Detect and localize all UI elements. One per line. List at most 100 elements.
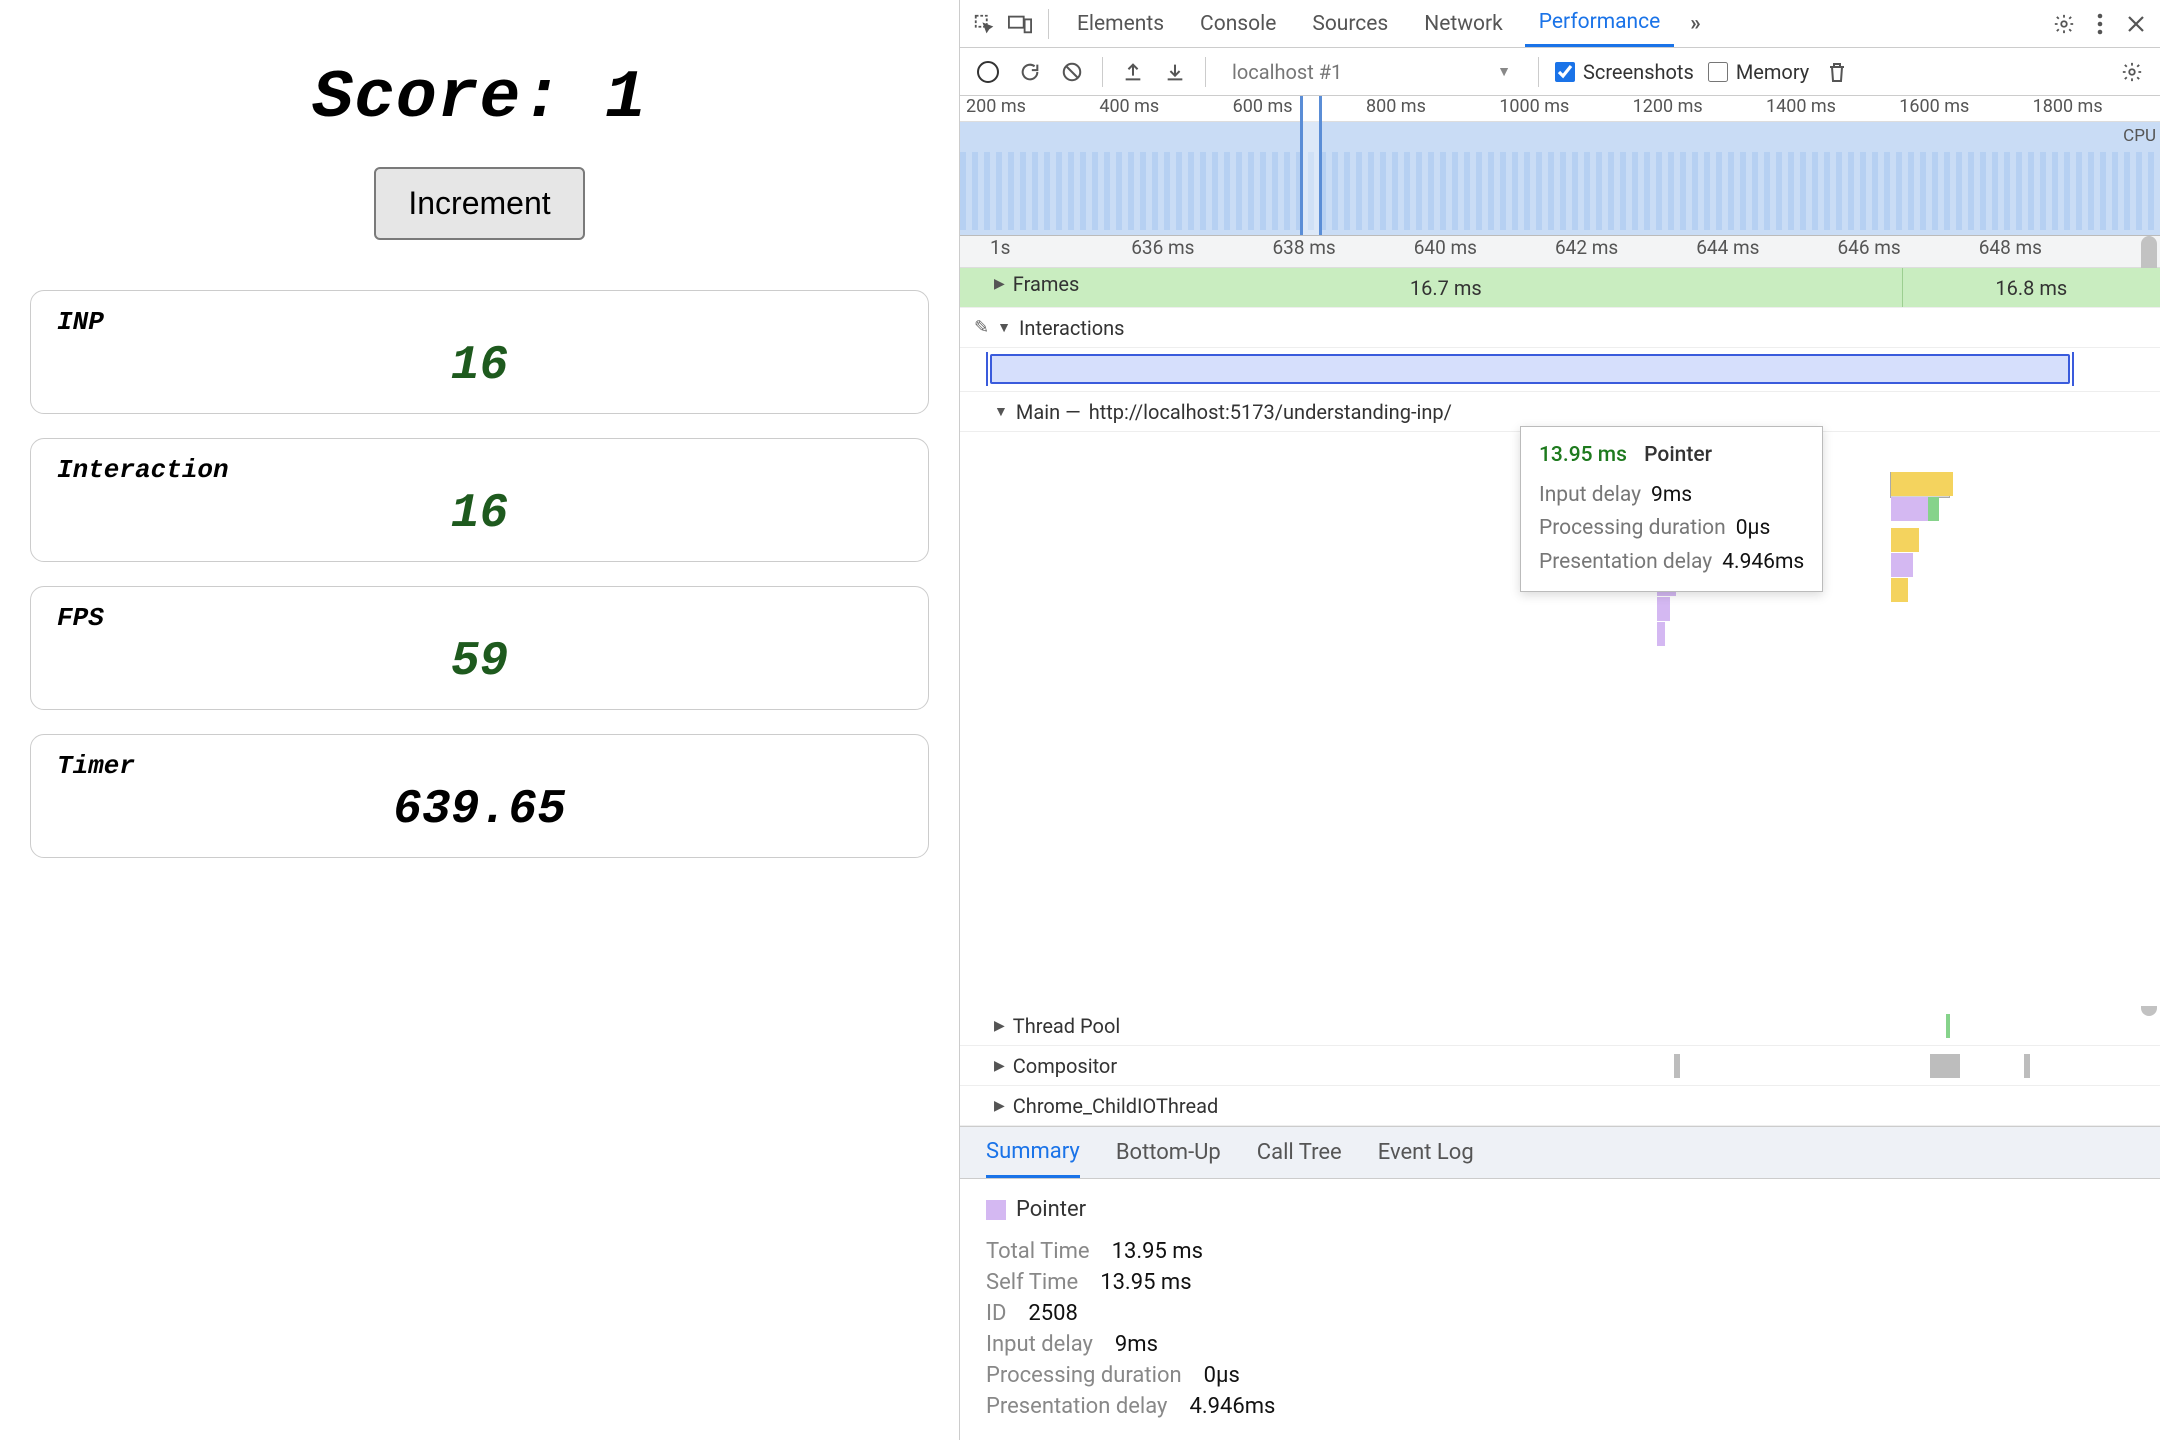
close-devtools-icon[interactable] (2122, 10, 2150, 38)
overview-tick: 800 ms (1360, 96, 1493, 121)
btab-event-log[interactable]: Event Log (1378, 1127, 1474, 1178)
devtools-panel: Elements Console Sources Network Perform… (959, 0, 2160, 1440)
detail-tick: 640 ms (1414, 236, 1555, 267)
btab-bottom-up[interactable]: Bottom-Up (1116, 1127, 1221, 1178)
more-tabs-button[interactable]: » (1682, 12, 1709, 36)
card-fps-value: 59 (57, 635, 902, 689)
overview-selection-handle[interactable] (1300, 96, 1322, 235)
overview-tick: 1600 ms (1893, 96, 2026, 121)
frames-track[interactable]: 16.7 ms 16.8 ms ▶ Frames (960, 268, 2160, 308)
tab-network[interactable]: Network (1410, 0, 1517, 47)
card-fps-label: FPS (57, 603, 902, 633)
summary-v: 2508 (1028, 1301, 1077, 1326)
screenshots-checkbox-input[interactable] (1555, 62, 1575, 82)
interaction-whisker (2072, 352, 2074, 386)
bottom-tabs: Summary Bottom-Up Call Tree Event Log (960, 1127, 2160, 1179)
screenshots-label: Screenshots (1583, 60, 1694, 84)
memory-checkbox[interactable]: Memory (1708, 60, 1809, 84)
tooltip-v: 9ms (1651, 483, 1692, 507)
tooltip-v: 0µs (1736, 516, 1771, 540)
reload-record-button[interactable] (1016, 58, 1044, 86)
other-threads: ▶ Thread Pool ▶ Compositor ▶Chrome_ChildIO… (960, 1006, 2160, 1126)
memory-label: Memory (1736, 60, 1809, 84)
summary-k: Input delay (986, 1332, 1093, 1357)
summary-event-name: Pointer (1016, 1197, 1086, 1222)
screenshots-checkbox[interactable]: Screenshots (1555, 60, 1694, 84)
summary-panel: Pointer Total Time13.95 ms Self Time13.9… (960, 1179, 2160, 1440)
interactions-label: Interactions (1019, 316, 1125, 340)
summary-v: 9ms (1115, 1332, 1158, 1357)
performance-toolbar: localhost #1 ▼ Screenshots Memory (960, 48, 2160, 96)
gc-button[interactable] (1823, 58, 1851, 86)
chevron-down-icon: ▼ (1497, 63, 1511, 80)
recording-session-select[interactable]: localhost #1 ▼ (1222, 60, 1522, 84)
gear-icon[interactable] (2050, 10, 2078, 38)
overview-timeline[interactable]: 200 ms 400 ms 600 ms 800 ms 1000 ms 1200… (960, 96, 2160, 236)
kebab-menu-icon[interactable] (2086, 10, 2114, 38)
score-value: 1 (605, 60, 647, 137)
download-profile-button[interactable] (1161, 58, 1189, 86)
overview-tick: 600 ms (1227, 96, 1360, 121)
interaction-whisker (986, 352, 988, 386)
tab-elements[interactable]: Elements (1063, 0, 1178, 47)
detail-tick: 638 ms (1273, 236, 1414, 267)
triangle-down-icon: ▼ (994, 403, 1008, 420)
btab-summary[interactable]: Summary (986, 1127, 1080, 1178)
overview-ruler: 200 ms 400 ms 600 ms 800 ms 1000 ms 1200… (960, 96, 2160, 122)
tooltip-k: Processing duration (1539, 516, 1726, 540)
main-label-prefix: Main — (1016, 400, 1081, 424)
tooltip-k: Presentation delay (1539, 550, 1712, 574)
upload-profile-button[interactable] (1119, 58, 1147, 86)
interaction-event-bar[interactable] (990, 354, 2070, 384)
summary-v: 13.95 ms (1112, 1239, 1203, 1264)
clear-button[interactable] (1058, 58, 1086, 86)
card-interaction-label: Interaction (57, 455, 902, 485)
summary-k: Self Time (986, 1270, 1078, 1295)
frames-label: Frames (1013, 272, 1080, 296)
overview-tick: 1400 ms (1760, 96, 1893, 121)
overview-tick: 200 ms (960, 96, 1093, 121)
summary-k: Presentation delay (986, 1394, 1167, 1419)
triangle-down-icon: ▼ (997, 319, 1011, 336)
summary-v: 0µs (1204, 1363, 1240, 1388)
tooltip-event: Pointer (1644, 443, 1712, 467)
interactions-track-header[interactable]: ✎ ▼ Interactions (960, 308, 2160, 348)
detail-timeline: 1s 636 ms 638 ms 640 ms 642 ms 644 ms 64… (960, 236, 2160, 1127)
tab-sources[interactable]: Sources (1298, 0, 1402, 47)
increment-button[interactable]: Increment (374, 167, 584, 240)
device-toggle-icon[interactable] (1006, 10, 1034, 38)
pencil-icon: ✎ (974, 317, 989, 338)
flame-stack[interactable] (1891, 472, 1953, 603)
tab-console[interactable]: Console (1186, 0, 1290, 47)
memory-checkbox-input[interactable] (1708, 62, 1728, 82)
summary-k: Processing duration (986, 1363, 1182, 1388)
card-inp-label: INP (57, 307, 902, 337)
main-url: http://localhost:5173/understanding-inp/ (1089, 400, 1452, 424)
thread-pool-label: Thread Pool (1013, 1014, 1120, 1038)
detail-ruler: 1s 636 ms 638 ms 640 ms 642 ms 644 ms 64… (960, 236, 2160, 268)
compositor-label: Compositor (1013, 1054, 1117, 1078)
capture-settings-gear-icon[interactable] (2118, 58, 2146, 86)
detail-tick: 644 ms (1696, 236, 1837, 267)
inspect-element-icon[interactable] (970, 10, 998, 38)
triangle-right-icon: ▶ (994, 1058, 1005, 1074)
triangle-right-icon: ▶ (994, 1018, 1005, 1034)
card-interaction: Interaction 16 (30, 438, 929, 562)
triangle-right-icon: ▶ (994, 1098, 1005, 1114)
tooltip-time: 13.95 ms (1539, 443, 1627, 467)
thread-pool-track[interactable]: ▶ Thread Pool (960, 1006, 2160, 1046)
score-label: Score: (312, 60, 605, 137)
flame-sliver (1930, 1054, 1960, 1078)
summary-k: ID (986, 1301, 1006, 1326)
child-io-thread-track[interactable]: ▶Chrome_ChildIOThread (960, 1086, 2160, 1126)
card-interaction-value: 16 (57, 487, 902, 541)
btab-call-tree[interactable]: Call Tree (1257, 1127, 1342, 1178)
compositor-track[interactable]: ▶ Compositor (960, 1046, 2160, 1086)
overview-tick: 400 ms (1093, 96, 1226, 121)
overview-tick: 1200 ms (1627, 96, 1760, 121)
main-thread-flame[interactable]: Task 13.95 ms (960, 432, 2160, 1006)
record-button[interactable] (974, 58, 1002, 86)
tab-performance[interactable]: Performance (1525, 0, 1674, 47)
flame-sliver (1674, 1054, 1680, 1078)
overview-tick: 1000 ms (1493, 96, 1626, 121)
